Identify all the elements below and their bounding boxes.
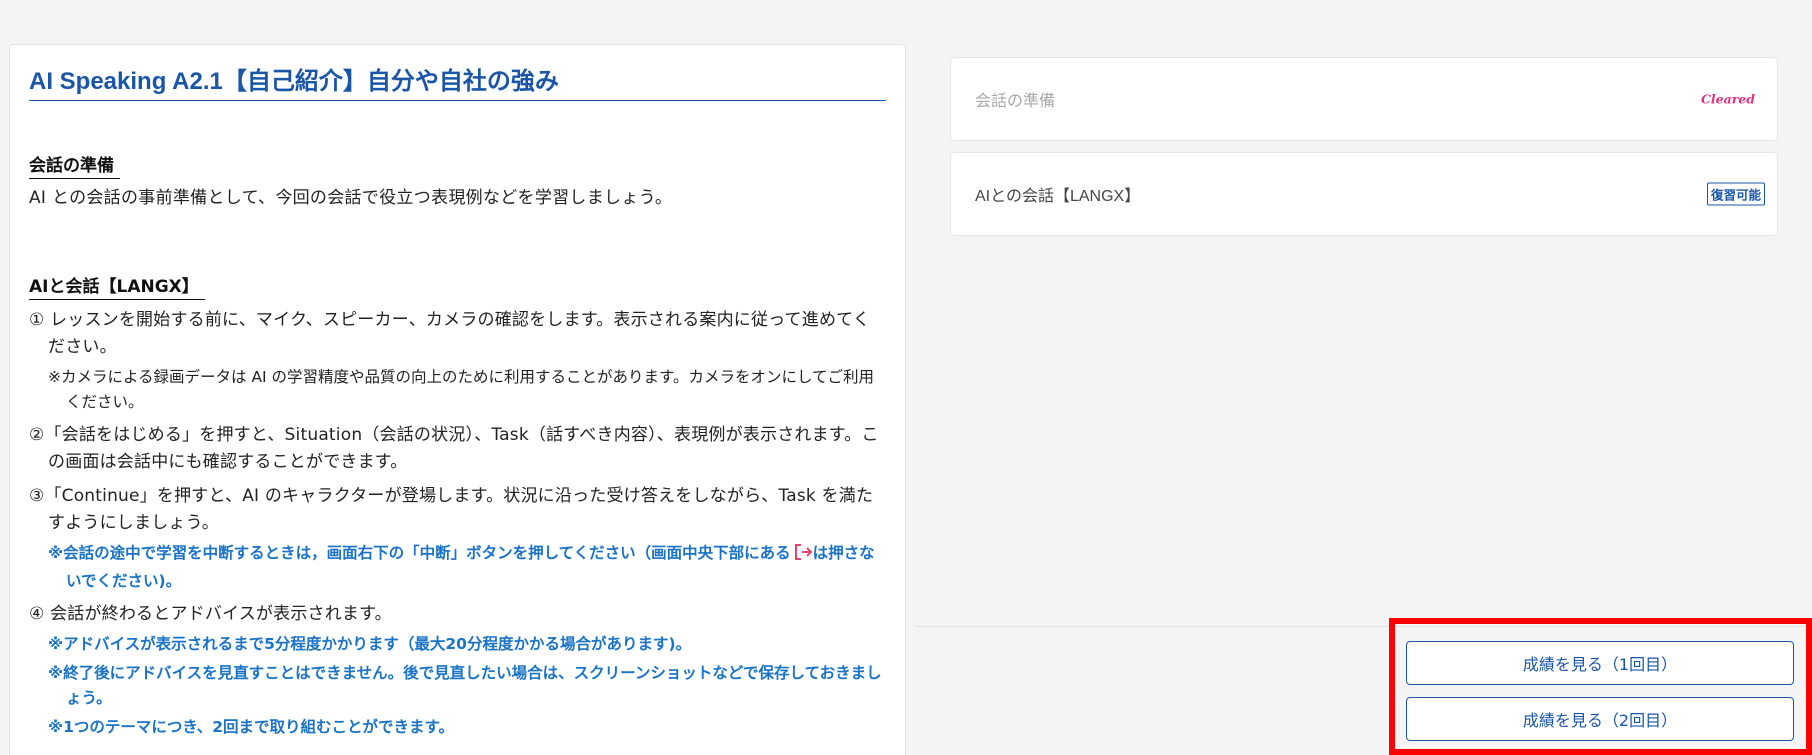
review-available-badge: 復習可能 (1706, 182, 1765, 206)
step-2: ②「会話をはじめる」を押すと、Situation（会話の状況）、Task（話すべ… (29, 425, 879, 472)
card-ai-label: AIとの会話【LANGX】 (975, 188, 1141, 205)
ai-heading: AIと会話【LANGX】 (29, 272, 205, 300)
cleared-badge: Cleared (1700, 91, 1755, 107)
step-3-note: ※会話の途中で学習を中断するときは，画面右下の「中断」ボタンを押してください（画… (29, 541, 886, 594)
card-ai-conversation[interactable]: AIとの会話【LANGX】 復習可能 (950, 152, 1778, 236)
view-score-1-button[interactable]: 成績を見る（1回目） (1406, 641, 1794, 685)
step-4-note-2: ※終了後にアドバイスを見直すことはできません。後で見直したい場合は、スクリーンシ… (48, 664, 882, 707)
step-3-note-text-a: ※会話の途中で学習を中断するときは，画面右下の「中断」ボタンを押してください（画… (48, 544, 791, 562)
step-4-note-3: ※1つのテーマにつき、2回まで取り組むことができます。 (48, 718, 455, 736)
prep-text: AI との会話の事前準備として、今回の会話で役立つ表現例などを学習しましょう。 (29, 188, 673, 208)
card-prep-label: 会話の準備 (975, 93, 1056, 110)
step-4: ④ 会話が終わるとアドバイスが表示されます。 (29, 604, 392, 624)
step-3: ③「Continue」を押すと、AI のキャラクターが登場します。状況に沿った受… (29, 486, 874, 533)
exit-icon (793, 543, 813, 569)
view-score-2-button[interactable]: 成績を見る（2回目） (1406, 697, 1794, 741)
card-prep[interactable]: 会話の準備 Cleared (950, 57, 1778, 141)
prep-section: 会話の準備 (29, 151, 886, 179)
lesson-panel: AI Speaking A2.1【自己紹介】自分や自社の強み 会話の準備 AI … (9, 44, 906, 755)
step-1: ① レッスンを開始する前に、マイク、スピーカー、カメラの確認をします。表示される… (29, 310, 871, 357)
step-1-note: ※カメラによる録画データは AI の学習精度や品質の向上のために利用することがあ… (48, 368, 875, 411)
prep-heading: 会話の準備 (29, 151, 120, 179)
ai-section: AIと会話【LANGX】 (29, 272, 886, 300)
lesson-title: AI Speaking A2.1【自己紹介】自分や自社の強み (29, 61, 886, 101)
step-4-note-1: ※アドバイスが表示されるまで5分程度かかります（最大20分程度かかる場合がありま… (48, 635, 692, 653)
